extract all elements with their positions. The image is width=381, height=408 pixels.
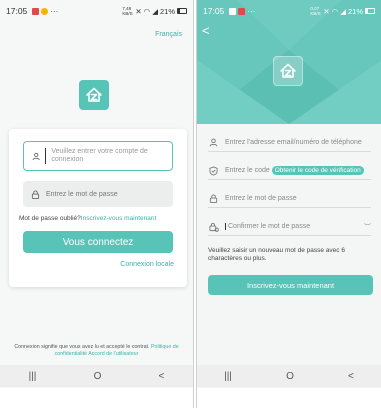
terms-text: Connexion signifie que vous avez lu et a… xyxy=(14,344,150,350)
home-button[interactable]: O xyxy=(286,371,294,382)
password-input[interactable]: Entrez le mot de passe xyxy=(208,190,371,208)
wifi-icon: ◠ xyxy=(143,6,151,16)
user-agreement-link[interactable]: Accord de l'utilisateur xyxy=(88,351,138,357)
terms-notice: Connexion signifie que vous avez lu et a… xyxy=(3,344,190,357)
status-time: 17:05 xyxy=(203,6,225,16)
verification-code-input[interactable]: Entrez le code Obtenir le code de vérifi… xyxy=(208,162,371,180)
more-notifications: ··· xyxy=(50,6,59,16)
lock-icon xyxy=(208,193,219,204)
confirm-password-input[interactable]: Confirmer le mot de passe ︶ xyxy=(208,218,371,236)
bottom-area xyxy=(197,388,381,408)
network-speed: 7,48 KB/S xyxy=(122,6,133,16)
account-placeholder: Veuillez entrer votre compte de connexio… xyxy=(45,148,172,164)
image-notification-icon xyxy=(229,7,237,15)
battery-icon xyxy=(177,8,187,14)
login-button[interactable]: Vous connectez xyxy=(23,231,173,253)
back-button[interactable]: < xyxy=(348,371,354,382)
password-placeholder: Entrez le mot de passe xyxy=(46,190,118,198)
house-logo-icon xyxy=(79,80,109,110)
header-banner: 17:05 ··· 0,07 KB/S ✕ ◠ ◢ 21% < xyxy=(197,0,381,124)
system-nav-bar: ||| O < xyxy=(197,365,381,387)
battery-percent: 21% xyxy=(159,6,175,16)
language-selector[interactable]: Français xyxy=(155,31,182,38)
home-button[interactable]: O xyxy=(94,371,102,382)
register-button[interactable]: Inscrivez-vous maintenant xyxy=(208,275,373,295)
signal-icon: ◢ xyxy=(152,6,158,16)
user-icon xyxy=(32,152,40,160)
app-notification-icon xyxy=(238,7,246,15)
wifi-icon: ◠ xyxy=(331,6,339,16)
system-nav-bar: ||| O < xyxy=(0,365,193,387)
login-card: Veuillez entrer votre compte de connexio… xyxy=(9,129,187,287)
local-login-link[interactable]: Connexion locale xyxy=(120,261,174,268)
login-screen: 17:05 ··· 7,48 KB/S ✕ ◠ ◢ 21% Français V… xyxy=(0,0,194,408)
code-placeholder: Entrez le code xyxy=(225,167,270,174)
status-bar: 17:05 ··· 7,48 KB/S ✕ ◠ ◢ 21% xyxy=(0,0,193,22)
network-speed: 0,07 KB/S xyxy=(310,6,321,16)
more-notifications: ··· xyxy=(247,6,256,16)
status-right: 0,07 KB/S ✕ ◠ ◢ 21% xyxy=(310,6,375,16)
password-hint: Veuillez saisir un nouveau mot de passe … xyxy=(208,247,345,262)
get-code-button[interactable]: Obtenir le code de vérification xyxy=(271,166,364,175)
bottom-area xyxy=(0,388,193,408)
email-placeholder: Entrez l'adresse email/numéro de télépho… xyxy=(225,139,362,146)
mute-icon: ✕ xyxy=(323,6,330,16)
register-link[interactable]: Inscrivez-vous maintenant xyxy=(81,215,157,222)
recent-apps-button[interactable]: ||| xyxy=(224,371,232,382)
app-notification-icon xyxy=(41,7,49,15)
eye-closed-icon[interactable]: ︶ xyxy=(364,222,371,232)
confirm-placeholder: Confirmer le mot de passe xyxy=(225,223,310,230)
email-input[interactable]: Entrez l'adresse email/numéro de télépho… xyxy=(208,134,371,152)
house-logo-icon xyxy=(273,56,303,86)
user-icon xyxy=(208,137,219,148)
app-notification-icon xyxy=(32,7,40,15)
lock-icon xyxy=(31,189,40,199)
register-screen: 17:05 ··· 0,07 KB/S ✕ ◠ ◢ 21% < Entrez l… xyxy=(196,0,381,408)
password-placeholder: Entrez le mot de passe xyxy=(225,195,297,202)
lock-check-icon xyxy=(208,221,219,232)
mute-icon: ✕ xyxy=(135,6,142,16)
back-arrow-icon[interactable]: < xyxy=(202,23,210,38)
status-right: 7,48 KB/S ✕ ◠ ◢ 21% xyxy=(122,6,187,16)
status-time: 17:05 xyxy=(6,6,28,16)
back-button[interactable]: < xyxy=(159,371,165,382)
signal-icon: ◢ xyxy=(340,6,346,16)
notification-icons: ··· xyxy=(229,7,255,16)
account-input[interactable]: Veuillez entrer votre compte de connexio… xyxy=(23,141,173,171)
status-bar: 17:05 ··· 0,07 KB/S ✕ ◠ ◢ 21% xyxy=(197,0,381,22)
battery-percent: 21% xyxy=(347,6,363,16)
shield-check-icon xyxy=(208,165,219,176)
battery-icon xyxy=(365,8,375,14)
notification-icons: ··· xyxy=(32,7,58,16)
forgot-password-link[interactable]: Mot de passe oublié? xyxy=(19,215,81,222)
recent-apps-button[interactable]: ||| xyxy=(29,371,37,382)
password-input[interactable]: Entrez le mot de passe xyxy=(23,181,173,207)
account-links: Mot de passe oublié?Inscrivez-vous maint… xyxy=(19,215,156,222)
